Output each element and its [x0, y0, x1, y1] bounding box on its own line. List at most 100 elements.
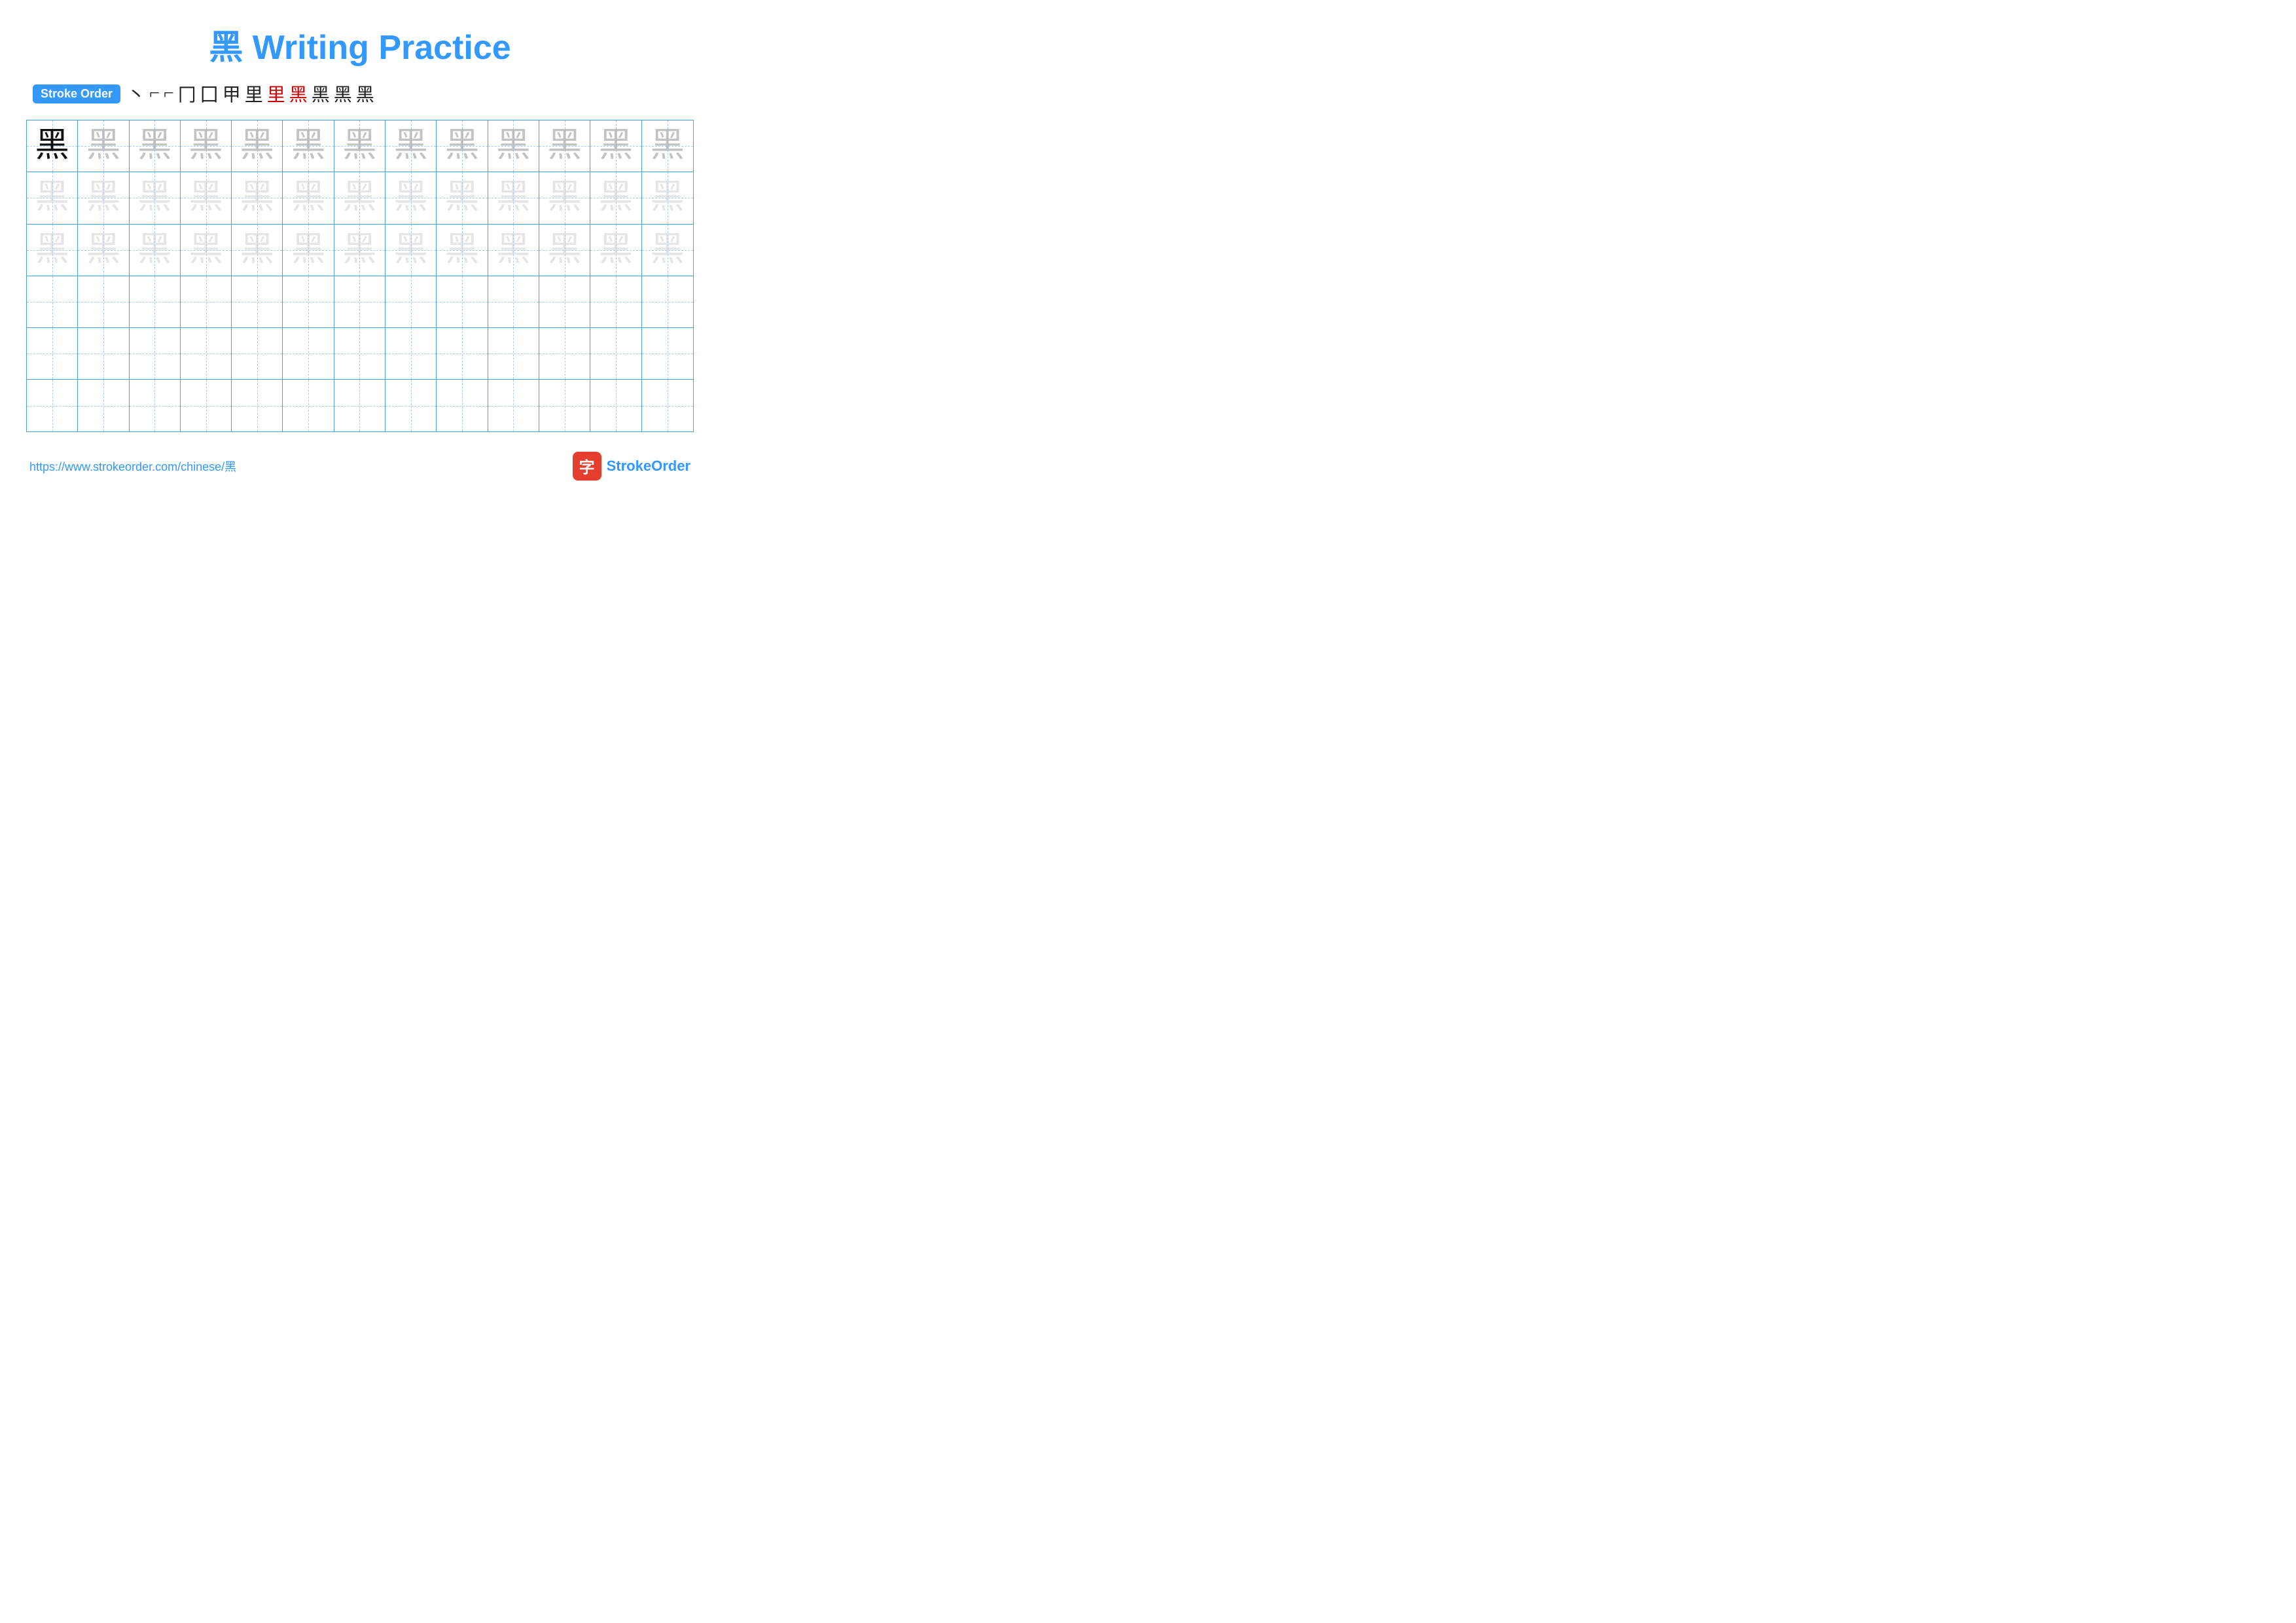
practice-character: 黑	[496, 129, 530, 163]
practice-character: 黑	[189, 233, 223, 267]
practice-character: 黑	[496, 181, 530, 215]
grid-cell: 黑	[130, 225, 181, 276]
stroke-sequence: 丶⌐⌐冂囗甲里里黑黑黑黑	[127, 81, 374, 107]
grid-cell: 黑	[437, 120, 488, 172]
grid-cell	[181, 328, 232, 379]
grid-cell	[283, 276, 334, 327]
grid-cell: 黑	[130, 172, 181, 223]
grid-cell	[539, 328, 590, 379]
grid-cell	[386, 276, 437, 327]
grid-cell: 黑	[386, 120, 437, 172]
logo-text-order: Order	[651, 458, 691, 474]
practice-character: 黑	[445, 129, 479, 163]
grid-cell: 黑	[488, 172, 539, 223]
practice-grid: 黑黑黑黑黑黑黑黑黑黑黑黑黑黑黑黑黑黑黑黑黑黑黑黑黑黑黑黑黑黑黑黑黑黑黑黑黑黑黑	[26, 120, 694, 432]
grid-cell	[334, 328, 386, 379]
grid-cell: 黑	[181, 225, 232, 276]
grid-row	[27, 276, 693, 328]
grid-cell	[283, 380, 334, 431]
practice-character: 黑	[189, 129, 223, 163]
grid-cell: 黑	[232, 225, 283, 276]
grid-cell	[488, 276, 539, 327]
grid-cell: 黑	[590, 120, 641, 172]
practice-character: 黑	[86, 233, 120, 267]
footer-url[interactable]: https://www.strokeorder.com/chinese/黑	[29, 458, 236, 475]
practice-character: 黑	[291, 181, 325, 215]
grid-row: 黑黑黑黑黑黑黑黑黑黑黑黑黑	[27, 172, 693, 224]
logo-icon-char: 字	[579, 454, 595, 477]
grid-cell: 黑	[334, 172, 386, 223]
footer-logo: 字 StrokeOrder	[573, 452, 691, 481]
practice-character: 黑	[342, 129, 376, 163]
grid-cell	[386, 380, 437, 431]
stroke-order-badge: Stroke Order	[33, 84, 120, 103]
practice-character: 黑	[35, 233, 69, 267]
grid-cell	[642, 328, 693, 379]
grid-cell	[27, 276, 78, 327]
practice-character: 黑	[189, 181, 223, 215]
practice-character: 黑	[291, 129, 325, 163]
grid-cell: 黑	[539, 225, 590, 276]
grid-cell	[590, 380, 641, 431]
grid-cell	[539, 380, 590, 431]
grid-cell: 黑	[181, 172, 232, 223]
grid-cell: 黑	[283, 120, 334, 172]
practice-character: 黑	[240, 181, 274, 215]
grid-cell: 黑	[232, 172, 283, 223]
grid-cell	[232, 276, 283, 327]
grid-cell: 黑	[78, 172, 129, 223]
grid-cell: 黑	[642, 225, 693, 276]
practice-character: 黑	[342, 181, 376, 215]
practice-character: 黑	[291, 233, 325, 267]
grid-cell	[232, 328, 283, 379]
practice-character: 黑	[548, 181, 582, 215]
grid-cell	[642, 380, 693, 431]
grid-row: 黑黑黑黑黑黑黑黑黑黑黑黑黑	[27, 225, 693, 276]
grid-cell	[130, 380, 181, 431]
grid-cell	[232, 380, 283, 431]
grid-cell	[181, 276, 232, 327]
stroke-order-row: Stroke Order 丶⌐⌐冂囗甲里里黑黑黑黑	[26, 81, 694, 107]
grid-cell: 黑	[27, 225, 78, 276]
grid-row: 黑黑黑黑黑黑黑黑黑黑黑黑黑	[27, 120, 693, 172]
grid-cell	[539, 276, 590, 327]
grid-cell: 黑	[437, 225, 488, 276]
grid-row	[27, 380, 693, 431]
grid-cell	[27, 328, 78, 379]
practice-character: 黑	[599, 129, 633, 163]
practice-character: 黑	[651, 181, 685, 215]
grid-row	[27, 328, 693, 380]
grid-cell	[488, 380, 539, 431]
grid-cell: 黑	[283, 172, 334, 223]
grid-cell: 黑	[437, 172, 488, 223]
practice-character: 黑	[394, 181, 428, 215]
grid-cell: 黑	[283, 225, 334, 276]
grid-cell: 黑	[386, 172, 437, 223]
grid-cell	[386, 328, 437, 379]
grid-cell: 黑	[488, 120, 539, 172]
grid-cell	[130, 328, 181, 379]
practice-character: 黑	[445, 181, 479, 215]
grid-cell: 黑	[539, 120, 590, 172]
grid-cell	[334, 276, 386, 327]
practice-character: 黑	[496, 233, 530, 267]
grid-cell	[590, 276, 641, 327]
grid-cell	[27, 380, 78, 431]
practice-character: 黑	[240, 129, 274, 163]
practice-character: 黑	[599, 181, 633, 215]
grid-cell: 黑	[334, 120, 386, 172]
practice-character: 黑	[137, 233, 171, 267]
grid-cell: 黑	[539, 172, 590, 223]
grid-cell: 黑	[27, 120, 78, 172]
grid-cell	[590, 328, 641, 379]
grid-cell	[437, 380, 488, 431]
grid-cell	[437, 328, 488, 379]
grid-cell: 黑	[27, 172, 78, 223]
grid-cell	[334, 380, 386, 431]
logo-text: StrokeOrder	[607, 458, 691, 475]
grid-cell	[437, 276, 488, 327]
practice-character: 黑	[35, 129, 69, 163]
logo-icon: 字	[573, 452, 601, 481]
practice-character: 黑	[86, 181, 120, 215]
grid-cell: 黑	[590, 225, 641, 276]
